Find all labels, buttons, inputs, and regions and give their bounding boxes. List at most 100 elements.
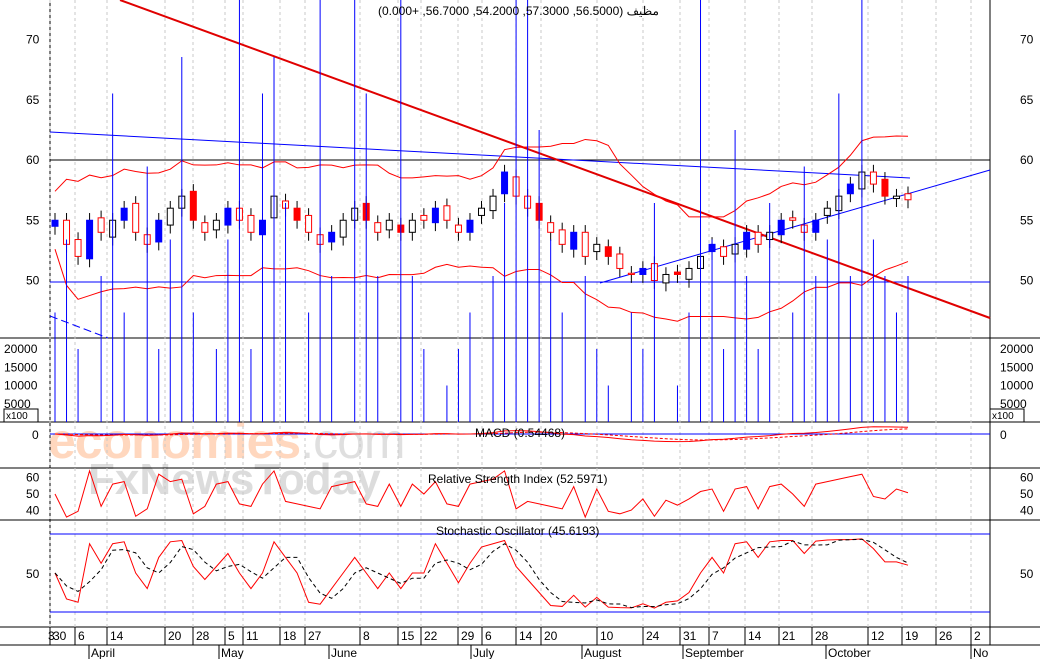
chart-canvas: مظيف (56.5000, 57.3000, 54.2000, 56.7000…: [0, 0, 1040, 659]
date-tick-label: 14: [110, 629, 124, 643]
stoch-label: Stochastic Oscillator (45.6193): [436, 524, 599, 538]
volume-tick-right: 20000: [1000, 342, 1034, 356]
candle: [466, 219, 474, 233]
price-tick-left: 65: [26, 93, 40, 107]
candle: [639, 267, 647, 275]
date-tick-label: 26: [939, 629, 953, 643]
stoch-tick-left: 50: [26, 567, 40, 581]
candle: [305, 214, 313, 233]
candle: [212, 219, 220, 231]
candle: [673, 271, 681, 275]
volume-tick-left: 5000: [4, 397, 31, 411]
candle: [547, 222, 555, 233]
date-tick-label: 14: [748, 629, 762, 643]
rsi-label: Relative Strength Index (52.5971): [428, 472, 607, 486]
candle: [224, 207, 232, 226]
date-tick-label: 30: [53, 629, 67, 643]
price-tick-left: 50: [26, 274, 40, 288]
date-tick-label: 31: [683, 629, 697, 643]
candle: [570, 231, 578, 250]
price-tick-left: 55: [26, 213, 40, 227]
price-tick-left: 70: [26, 33, 40, 47]
volume-scale-left: x100: [6, 411, 28, 422]
price-tick-right: 70: [1020, 33, 1034, 47]
date-tick-label: 18: [283, 629, 297, 643]
rsi-tick-right: 50: [1020, 487, 1034, 501]
candle: [581, 231, 589, 257]
candle: [431, 207, 439, 224]
volume-tick-left: 15000: [4, 360, 38, 374]
price-tick-right: 60: [1020, 153, 1034, 167]
candle: [754, 231, 762, 245]
price-tick-right: 55: [1020, 213, 1034, 227]
candle: [501, 171, 509, 195]
candle: [904, 193, 912, 201]
candle: [720, 246, 728, 257]
date-tick-label: 2: [974, 629, 981, 643]
price-tick-left: 60: [26, 153, 40, 167]
candle: [454, 224, 462, 233]
candle: [685, 267, 693, 280]
candle: [339, 219, 347, 238]
candle: [789, 217, 797, 221]
candle: [293, 207, 301, 221]
blue-trendline: [49, 131, 911, 179]
candle: [846, 183, 854, 195]
month-label: April: [91, 646, 115, 659]
date-tick-label: 24: [646, 629, 660, 643]
rsi-tick-left: 40: [26, 504, 40, 518]
candle: [420, 214, 428, 221]
down-trendline: [119, 0, 991, 319]
candle: [869, 171, 877, 185]
macd-tick-right: 0: [1000, 428, 1007, 442]
stoch-k-line: [54, 538, 909, 609]
candle: [408, 219, 416, 233]
candle: [328, 231, 336, 243]
date-tick-label: 29: [461, 629, 475, 643]
month-label: No: [973, 646, 989, 659]
date-tick-label: 12: [871, 629, 885, 643]
candle: [627, 272, 635, 275]
month-label: June: [331, 646, 357, 659]
candle: [604, 246, 612, 257]
date-tick-label: 28: [196, 629, 210, 643]
month-label: September: [685, 646, 744, 659]
date-tick-label: 22: [424, 629, 438, 643]
up-trendline: [599, 169, 991, 284]
candle: [74, 239, 82, 257]
candle: [86, 219, 94, 260]
chart-title: مظيف (56.5000, 57.3000, 54.2000, 56.7000…: [378, 4, 659, 18]
volume-tick-right: 10000: [1000, 379, 1034, 393]
month-label: October: [828, 646, 871, 659]
month-label: May: [221, 646, 244, 659]
date-tick-label: 10: [600, 629, 614, 643]
volume-scale-right: x100: [992, 411, 1014, 422]
rsi-tick-left: 50: [26, 487, 40, 501]
date-tick-label: 6: [485, 629, 492, 643]
candle: [97, 217, 105, 233]
candle: [120, 207, 128, 221]
stoch-d-line: [54, 538, 909, 609]
price-tick-right: 50: [1020, 274, 1034, 288]
candle: [155, 219, 163, 243]
date-tick-label: 5: [228, 629, 235, 643]
candle: [443, 205, 451, 221]
rsi-tick-right: 60: [1020, 471, 1034, 485]
candle: [374, 222, 382, 233]
candle: [881, 178, 889, 197]
candle: [166, 207, 174, 226]
date-tick-label: 21: [782, 629, 796, 643]
stoch-tick-right: 50: [1020, 567, 1034, 581]
date-tick-label: 20: [168, 629, 182, 643]
date-tick-label: 7: [712, 629, 719, 643]
date-tick-label: 8: [363, 629, 370, 643]
date-tick-label: 19: [905, 629, 919, 643]
dashed-trendline: [49, 315, 109, 339]
date-tick-label: 28: [815, 629, 829, 643]
volume-tick-right: 15000: [1000, 360, 1034, 374]
candle: [189, 190, 197, 221]
date-tick-label: 15: [401, 629, 415, 643]
candle: [616, 253, 624, 269]
candle: [247, 214, 255, 233]
candle: [558, 229, 566, 245]
